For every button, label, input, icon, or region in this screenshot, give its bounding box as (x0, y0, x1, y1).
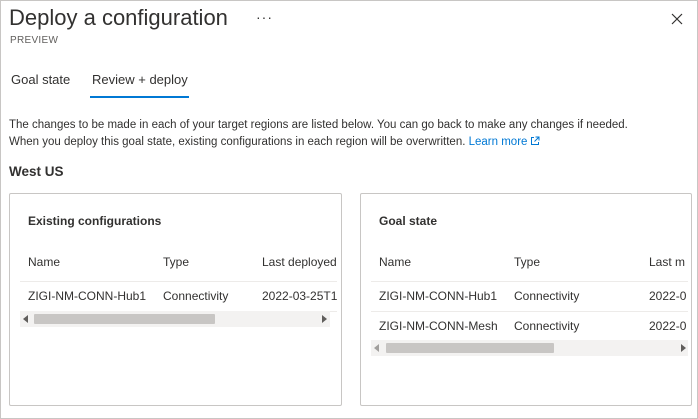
close-button[interactable] (665, 7, 689, 31)
column-header-last-modified[interactable]: Last m (649, 255, 688, 269)
scroll-right-icon[interactable] (322, 315, 327, 323)
deploy-blade: Deploy a configuration ··· PREVIEW Goal … (0, 0, 698, 419)
scroll-right-icon[interactable] (681, 344, 686, 352)
row-last-deployed: 2022-03-25T1 (262, 289, 337, 303)
row-name: ZIGI-NM-CONN-Hub1 (379, 289, 498, 303)
goal-state-title: Goal state (379, 214, 438, 228)
row-name: ZIGI-NM-CONN-Hub1 (28, 289, 147, 303)
row-last-modified: 2022-0 (649, 289, 687, 303)
page-subtitle: PREVIEW (10, 35, 59, 46)
scrollbar-thumb[interactable] (386, 343, 554, 353)
column-header-last-deployed[interactable]: Last deployed (262, 255, 337, 269)
more-actions-button[interactable]: ··· (256, 9, 273, 25)
column-header-name[interactable]: Name (379, 255, 499, 269)
region-heading: West US (9, 164, 64, 179)
existing-configurations-table: Name Type Last deployed ZIGI-NM-CONN-Hub… (20, 244, 337, 394)
row-type: Connectivity (514, 319, 580, 333)
table-row[interactable]: ZIGI-NM-CONN-Hub1 Connectivity 2022-0 (371, 282, 688, 312)
column-header-type[interactable]: Type (163, 255, 253, 269)
horizontal-scrollbar[interactable] (20, 311, 330, 327)
column-header-name[interactable]: Name (28, 255, 148, 269)
description: The changes to be made in each of your t… (9, 117, 689, 151)
page-title: Deploy a configuration (9, 5, 228, 30)
tab-review-deploy[interactable]: Review + deploy (92, 67, 188, 92)
external-link-icon (531, 136, 540, 145)
table-row[interactable]: ZIGI-NM-CONN-Mesh Connectivity 2022-0 (371, 312, 688, 340)
tab-goal-state[interactable]: Goal state (11, 67, 70, 92)
horizontal-scrollbar[interactable] (371, 340, 688, 356)
table-header-row: Name Type Last deployed (20, 244, 337, 282)
learn-more-label: Learn more (468, 136, 528, 148)
row-type: Connectivity (514, 289, 580, 303)
table-header-row: Name Type Last m (371, 244, 688, 282)
selected-tab-indicator (90, 96, 189, 98)
description-line-1: The changes to be made in each of your t… (9, 119, 628, 131)
row-last-modified: 2022-0 (649, 319, 687, 333)
existing-configurations-card: Existing configurations Name Type Last d… (9, 193, 342, 406)
row-type: Connectivity (163, 289, 229, 303)
column-header-type[interactable]: Type (514, 255, 604, 269)
scroll-left-icon[interactable] (23, 315, 28, 323)
description-line-2: When you deploy this goal state, existin… (9, 134, 689, 151)
row-name: ZIGI-NM-CONN-Mesh (379, 319, 498, 333)
scroll-left-icon[interactable] (374, 344, 379, 352)
scrollbar-thumb[interactable] (34, 314, 215, 324)
goal-state-table: Name Type Last m ZIGI-NM-CONN-Hub1 Conne… (371, 244, 688, 394)
description-line-2-text: When you deploy this goal state, existin… (9, 136, 466, 148)
learn-more-link[interactable]: Learn more (469, 136, 541, 148)
existing-configurations-title: Existing configurations (28, 214, 162, 228)
close-icon (671, 13, 683, 25)
table-row[interactable]: ZIGI-NM-CONN-Hub1 Connectivity 2022-03-2… (20, 282, 337, 312)
goal-state-card: Goal state Name Type Last m ZIGI-NM-CONN… (360, 193, 692, 406)
